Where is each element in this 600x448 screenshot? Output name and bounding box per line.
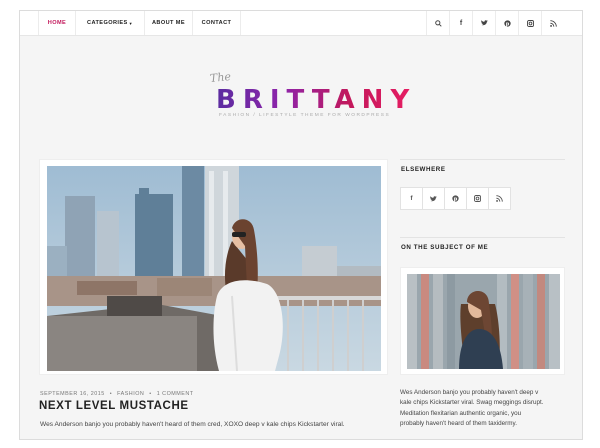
logo-tagline: FASHION / LIFESTYLE THEME FOR WORDPRESS: [219, 113, 391, 118]
sidebar-social-icons: f p: [400, 187, 511, 210]
meta-separator: •: [149, 391, 152, 397]
nav-about-label: ABOUT ME: [151, 20, 186, 26]
page-frame: HOME CATEGORIES ▼ ABOUT ME CONTACT f p Th…: [19, 10, 583, 440]
nav-categories-label: CATEGORIES: [87, 20, 128, 26]
nav-about-me[interactable]: ABOUT ME: [145, 11, 193, 35]
post-comments[interactable]: 1 COMMENT: [157, 391, 194, 397]
sidebar-divider: [400, 159, 565, 160]
svg-text:p: p: [454, 196, 458, 202]
svg-text:p: p: [505, 21, 509, 27]
rss-icon[interactable]: [541, 11, 564, 35]
about-image-card: [400, 267, 565, 375]
logo-prefix: The: [209, 69, 232, 86]
about-image: [407, 274, 560, 369]
nav-contact[interactable]: CONTACT: [193, 11, 241, 35]
featured-post-image[interactable]: [47, 166, 381, 371]
nav-categories[interactable]: CATEGORIES ▼: [76, 11, 145, 35]
twitter-icon[interactable]: [472, 11, 495, 35]
about-heading: ON THE SUBJECT OF ME: [401, 244, 489, 251]
post-category[interactable]: FASHION: [117, 391, 144, 397]
chevron-down-icon: ▼: [128, 20, 133, 26]
featured-post-card[interactable]: [39, 159, 388, 375]
search-icon[interactable]: [426, 11, 449, 35]
about-line: Meditation flexitarian authentic organic…: [400, 409, 522, 417]
facebook-icon[interactable]: f: [400, 187, 423, 210]
nav-contact-label: CONTACT: [201, 20, 232, 26]
pinterest-icon[interactable]: p: [444, 187, 467, 210]
about-line: probably haven't heard of them taxidermy…: [400, 419, 517, 427]
twitter-icon[interactable]: [422, 187, 445, 210]
post-title[interactable]: NEXT LEVEL MUSTACHE: [39, 400, 189, 412]
meta-separator: •: [109, 391, 113, 397]
nav-left-gap: [20, 11, 38, 35]
about-text: Wes Anderson banjo you probably haven't …: [400, 388, 575, 429]
top-navigation: HOME CATEGORIES ▼ ABOUT ME CONTACT f p: [20, 11, 582, 36]
facebook-icon[interactable]: f: [449, 11, 472, 35]
logo-name: BRITTANY: [216, 85, 417, 115]
instagram-icon[interactable]: [466, 187, 489, 210]
about-line: Wes Anderson banjo you probably haven't …: [400, 389, 539, 396]
nav-home-label: HOME: [47, 20, 67, 26]
nav-right-gap: [564, 11, 582, 35]
nav-home[interactable]: HOME: [38, 11, 76, 35]
instagram-icon[interactable]: [518, 11, 541, 35]
post-meta: SEPTEMBER 16, 2015 • FASHION • 1 COMMENT: [40, 391, 199, 397]
post-date: SEPTEMBER 16, 2015: [40, 391, 105, 397]
rss-icon[interactable]: [488, 187, 511, 210]
elsewhere-heading: ELSEWHERE: [401, 166, 446, 173]
about-line: kale chips Kickstarter viral. Swag meggi…: [400, 399, 544, 407]
sidebar-divider: [400, 237, 565, 238]
pinterest-icon[interactable]: p: [495, 11, 518, 35]
post-excerpt: Wes Anderson banjo you probably haven't …: [40, 421, 345, 428]
